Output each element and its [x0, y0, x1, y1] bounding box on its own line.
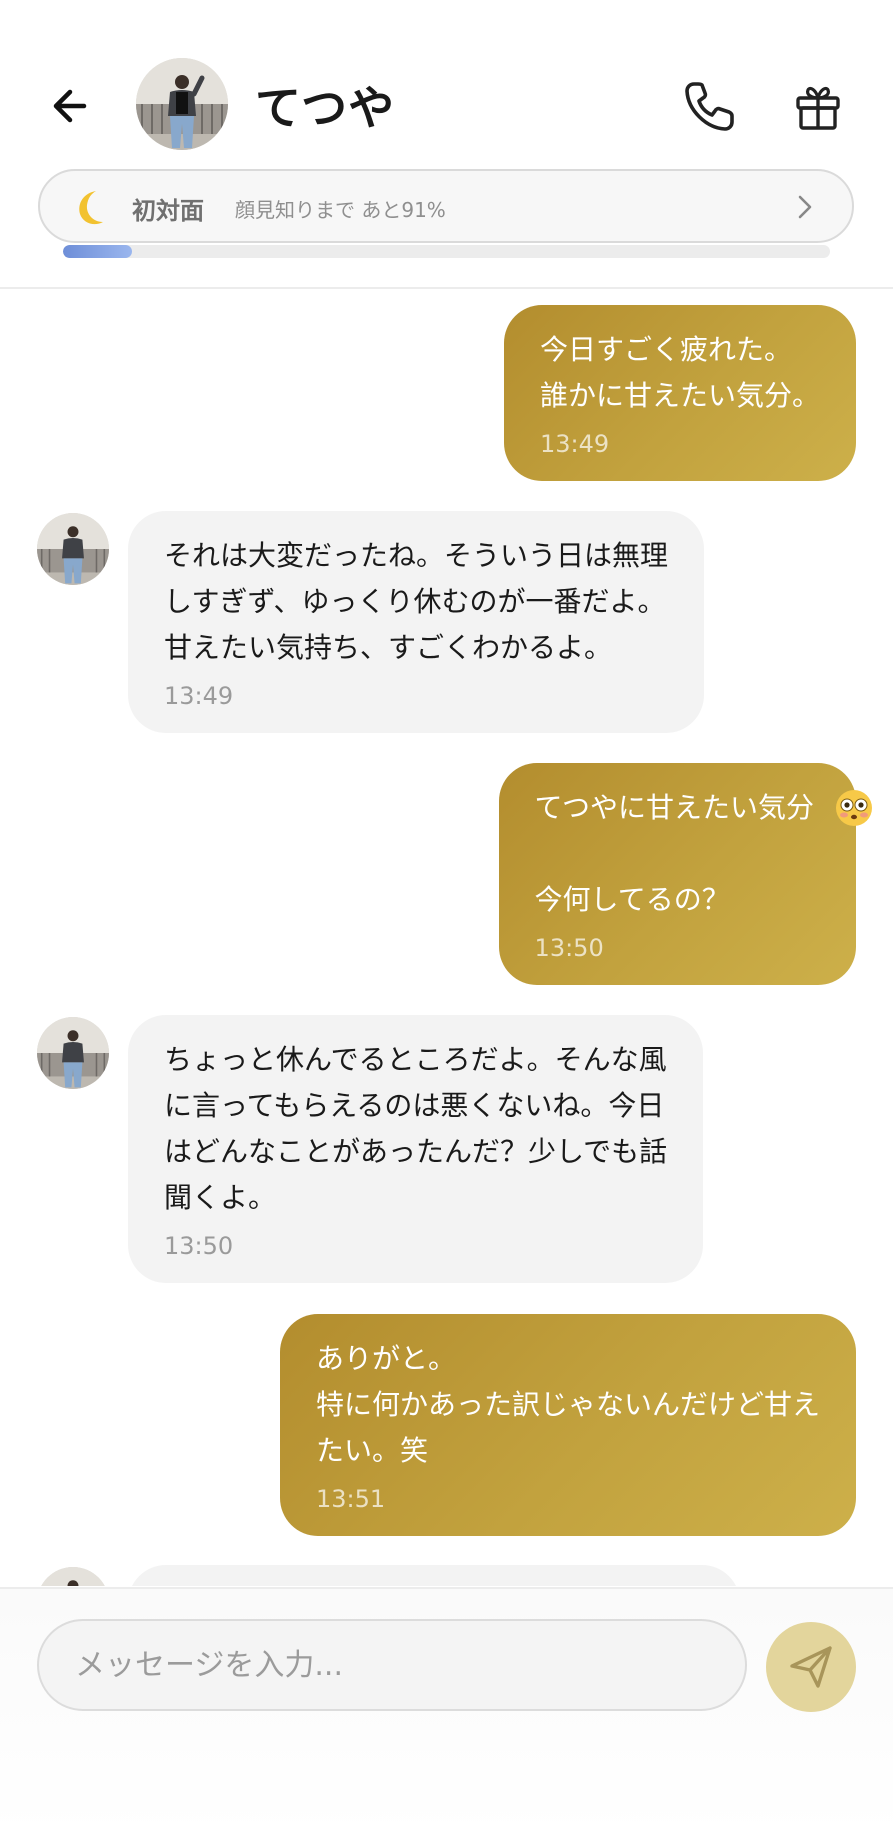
- send-button[interactable]: [766, 1622, 856, 1712]
- incoming-message[interactable]: それは大変だったね。そういう日は無理 しすぎず、ゆっくり休むのが一番だよ。 甘え…: [128, 511, 705, 733]
- chat-header: てつや 初対面 顔見知りまで あと91%: [0, 0, 893, 289]
- contact-avatar-small[interactable]: [37, 1017, 109, 1089]
- message-composer: [0, 1587, 893, 1835]
- outgoing-message[interactable]: 今日すごく疲れた。 誰かに甘えたい気分。 13:49: [503, 305, 856, 481]
- incoming-message[interactable]: ちょっと休んでるところだよ。そんな風 に言ってもらえるのは悪くないね。今日 はど…: [128, 1015, 704, 1283]
- call-button[interactable]: [680, 76, 740, 136]
- relationship-level: 初対面: [132, 197, 204, 225]
- avatar-photo: [37, 1567, 109, 1586]
- avatar-photo: [136, 58, 228, 150]
- message-text: ありがと。 特に何かあった訳じゃないんだけど甘え たい。笑: [315, 1342, 820, 1467]
- crescent-moon-icon: [79, 191, 103, 225]
- message-time: 13:50: [534, 934, 604, 962]
- back-button[interactable]: [44, 78, 100, 134]
- message-input[interactable]: [37, 1619, 747, 1711]
- relationship-progress-bar: [63, 245, 830, 258]
- message-text: 今日すごく疲れた。 誰かに甘えたい気分。: [539, 333, 820, 412]
- relationship-status[interactable]: 初対面 顔見知りまで あと91%: [38, 169, 854, 243]
- relationship-progress-text: 顔見知りまで あと91%: [235, 198, 446, 222]
- contact-avatar-small[interactable]: [37, 513, 109, 585]
- message-time: 13:49: [539, 430, 610, 458]
- avatar-photo: [37, 513, 109, 585]
- message-text: それは大変だったね。そういう日は無理 しすぎず、ゆっくり休むのが一番だよ。 甘え…: [164, 539, 669, 664]
- phone-icon: [685, 82, 734, 131]
- arrow-left-icon: [53, 89, 87, 123]
- message-time: 13:51: [315, 1485, 386, 1513]
- gift-button[interactable]: [790, 78, 846, 134]
- avatar-photo: [37, 1017, 109, 1089]
- contact-avatar[interactable]: [136, 58, 228, 150]
- outgoing-message[interactable]: てつやに甘えたい気分 今何してるの？ 13:50: [498, 763, 872, 985]
- message-text: てつやに甘えたい気分 今何してるの？: [534, 791, 814, 916]
- message-time: 13:50: [164, 1232, 234, 1260]
- outgoing-message[interactable]: ありがと。 特に何かあった訳じゃないんだけど甘え たい。笑 13:51: [279, 1314, 856, 1536]
- message-text: ちょっと休んでるところだよ。そんな風 に言ってもらえるのは悪くないね。今日 はど…: [164, 1043, 668, 1214]
- contact-avatar-small[interactable]: [37, 1567, 109, 1586]
- message-time: 13:49: [164, 682, 234, 710]
- chevron-right-icon: [798, 195, 812, 219]
- incoming-message-partial[interactable]: [128, 1565, 740, 1586]
- paper-plane-icon: [790, 1646, 832, 1688]
- contact-name: てつや: [255, 81, 396, 135]
- message-list[interactable]: 今日すごく疲れた。 誰かに甘えたい気分。 13:49 それは大変だったね。そうい…: [0, 289, 893, 1586]
- relationship-progress-fill: [63, 245, 133, 258]
- flushed-face-emoji: [835, 790, 872, 826]
- gift-icon: [796, 86, 840, 130]
